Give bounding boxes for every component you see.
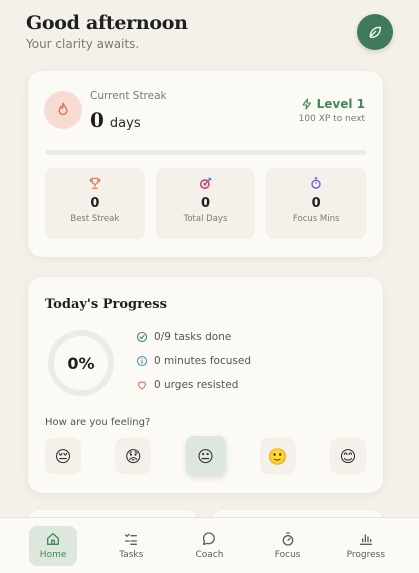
- streak-card: Current Streak 0 days Level 1 100 XP to …: [28, 71, 383, 257]
- nav-coach[interactable]: Coach: [185, 526, 233, 566]
- tasks-icon: [125, 533, 138, 545]
- nav-home[interactable]: Home: [29, 525, 78, 566]
- focus-mins-label: Focus Mins: [292, 214, 340, 224]
- heart-icon: [135, 379, 148, 392]
- todays-progress-card: Today's Progress 0% 0/9 tasks done 0 min…: [28, 277, 383, 493]
- lightning-icon: [302, 98, 311, 110]
- progress-percent: 0%: [67, 353, 95, 373]
- header: Good afternoon Your clarity awaits.: [26, 12, 393, 52]
- flame-icon: [58, 102, 68, 116]
- nav-coach-label: Coach: [195, 550, 224, 560]
- mood-selector: 😔 😟 😐 🙂 😊: [45, 436, 366, 476]
- bottom-nav: Home Tasks Coach Focus Progress: [0, 517, 419, 573]
- stats-row: 0 Best Streak 0 Total Days 0 Focus Mins: [45, 168, 367, 239]
- feeling-label: How are you feeling?: [45, 417, 151, 428]
- streak-number: 0: [90, 108, 104, 132]
- progress-list: 0/9 tasks done 0 minutes focused 0 urges…: [135, 331, 251, 403]
- nav-progress[interactable]: Progress: [342, 526, 390, 566]
- nav-tasks[interactable]: Tasks: [107, 526, 155, 566]
- stat-total-days: 0 Total Days: [155, 168, 256, 239]
- progress-item-urges: 0 urges resisted: [135, 379, 251, 391]
- mood-option-neutral[interactable]: 😐: [185, 436, 226, 476]
- mood-option-sad[interactable]: 😔: [45, 438, 81, 474]
- chat-icon: [203, 532, 216, 545]
- tasks-done-text: 0/9 tasks done: [154, 331, 232, 343]
- leaf-button[interactable]: [357, 14, 393, 50]
- stat-best-streak: 0 Best Streak: [45, 168, 145, 239]
- target-icon: [198, 175, 213, 191]
- greeting-title: Good afternoon: [26, 12, 188, 34]
- timer-icon: [282, 532, 293, 546]
- nav-home-label: Home: [39, 550, 67, 560]
- stat-focus-mins: 0 Focus Mins: [266, 168, 367, 239]
- best-streak-label: Best Streak: [70, 214, 120, 224]
- nav-progress-label: Progress: [346, 550, 386, 560]
- mood-option-worried[interactable]: 😟: [115, 438, 152, 474]
- focus-mins-value: 0: [311, 196, 321, 211]
- progress-item-focus: 0 minutes focused: [135, 355, 251, 367]
- trophy-icon: [88, 175, 102, 191]
- minutes-focused-text: 0 minutes focused: [154, 355, 252, 367]
- total-days-label: Total Days: [183, 214, 228, 224]
- progress-item-tasks: 0/9 tasks done: [135, 331, 251, 343]
- mood-option-happy[interactable]: 😊: [330, 438, 366, 474]
- streak-value: 0 days: [90, 108, 141, 132]
- xp-to-next: 100 XP to next: [298, 114, 365, 124]
- level-label: Level 1: [316, 97, 365, 111]
- level-badge: Level 1: [301, 97, 365, 111]
- flame-badge: [44, 91, 82, 129]
- current-streak-label: Current Streak: [90, 90, 167, 102]
- nav-focus[interactable]: Focus: [264, 526, 312, 566]
- best-streak-value: 0: [90, 196, 100, 211]
- check-circle-icon: [135, 331, 148, 344]
- nav-tasks-label: Tasks: [119, 550, 144, 560]
- progress-title: Today's Progress: [45, 297, 167, 312]
- total-days-value: 0: [200, 196, 211, 211]
- urges-resisted-text: 0 urges resisted: [154, 379, 239, 391]
- greeting-subtitle: Your clarity awaits.: [26, 37, 140, 51]
- nav-focus-label: Focus: [274, 550, 301, 560]
- leaf-icon: [369, 26, 381, 38]
- bar-chart-icon: [359, 534, 372, 545]
- info-icon: [135, 355, 148, 368]
- home-icon: [47, 533, 60, 545]
- xp-progress-bar: [45, 150, 366, 155]
- stopwatch-icon: [309, 175, 323, 191]
- progress-ring: 0%: [48, 330, 114, 396]
- streak-unit: days: [109, 116, 141, 131]
- mood-option-content[interactable]: 🙂: [259, 438, 296, 474]
